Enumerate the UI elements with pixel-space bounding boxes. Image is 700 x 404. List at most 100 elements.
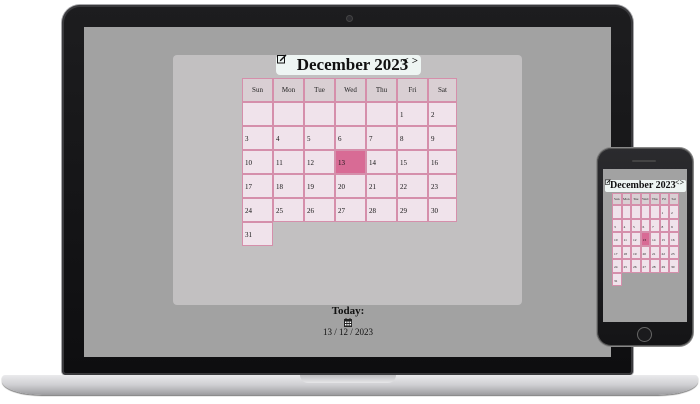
phone-home-button (637, 327, 652, 342)
day-cell[interactable]: 14 (366, 150, 397, 174)
day-cell[interactable]: 29 (397, 198, 428, 222)
laptop-notch (300, 375, 396, 383)
day-cell[interactable]: 22 (397, 174, 428, 198)
day-cell[interactable]: 17 (242, 174, 273, 198)
month-nav: < > (401, 55, 419, 67)
mobile-day-cell[interactable]: 6 (640, 218, 650, 232)
mobile-day-cell[interactable]: 10 (612, 232, 622, 246)
phone-speaker (632, 160, 656, 162)
mobile-day-cell[interactable]: 5 (631, 218, 641, 232)
mobile-day-cell[interactable]: 22 (659, 245, 669, 259)
mobile-day-cell[interactable]: 7 (650, 218, 660, 232)
day-cell[interactable]: 8 (397, 126, 428, 150)
day-cell[interactable]: 16 (428, 150, 457, 174)
day-cell[interactable]: 20 (335, 174, 366, 198)
day-cell[interactable]: 25 (273, 198, 304, 222)
mobile-day-cell[interactable]: 24 (612, 259, 622, 273)
weekday-header: Mon (273, 78, 304, 102)
mobile-day-cell[interactable]: 30 (669, 259, 679, 273)
today-section: Today: 13 / 12 / 2023 (300, 305, 396, 338)
day-cell[interactable]: 15 (397, 150, 428, 174)
day-cell[interactable]: 30 (428, 198, 457, 222)
mobile-empty-cell (612, 205, 622, 219)
day-cell[interactable]: 4 (273, 126, 304, 150)
day-cell[interactable]: 9 (428, 126, 457, 150)
mobile-day-cell[interactable]: 14 (650, 232, 660, 246)
mobile-day-cell[interactable]: 12 (631, 232, 641, 246)
mobile-day-cell[interactable]: 21 (650, 245, 660, 259)
day-cell[interactable]: 11 (273, 150, 304, 174)
edit-icon[interactable] (277, 54, 287, 64)
day-cell[interactable]: 2 (428, 102, 457, 126)
today-date: 13 / 12 / 2023 (322, 327, 373, 337)
day-cell[interactable]: 21 (366, 174, 397, 198)
mobile-day-cell[interactable]: 26 (631, 259, 641, 273)
empty-cell (335, 102, 366, 126)
day-cell[interactable]: 3 (242, 126, 273, 150)
day-cell[interactable]: 19 (304, 174, 335, 198)
mobile-day-cell[interactable]: 20 (640, 245, 650, 259)
mobile-weekday-header: Tue (631, 193, 641, 205)
mobile-day-cell[interactable]: 23 (669, 245, 679, 259)
day-cell[interactable]: 5 (304, 126, 335, 150)
month-title: December 2023 (296, 55, 409, 74)
weekday-header: Sun (242, 78, 273, 102)
mobile-day-cell[interactable]: 8 (659, 218, 669, 232)
day-cell[interactable]: 6 (335, 126, 366, 150)
day-cell[interactable]: 26 (304, 198, 335, 222)
laptop-camera (346, 15, 353, 22)
day-cell[interactable]: 27 (335, 198, 366, 222)
mobile-weekday-header: Sat (669, 193, 679, 205)
mobile-day-cell[interactable]: 31 (612, 272, 622, 286)
weekday-header: Tue (304, 78, 335, 102)
mobile-day-cell[interactable]: 1 (659, 205, 669, 219)
mobile-day-cell[interactable]: 16 (669, 232, 679, 246)
day-cell[interactable]: 24 (242, 198, 273, 222)
mobile-empty-cell (640, 205, 650, 219)
empty-cell (242, 102, 273, 126)
mobile-day-cell[interactable]: 3 (612, 218, 622, 232)
mobile-weekday-header: Wed (640, 193, 650, 205)
day-cell[interactable]: 23 (428, 174, 457, 198)
today-label: Today: (331, 305, 365, 317)
empty-cell (366, 102, 397, 126)
mobile-day-cell[interactable]: 29 (659, 259, 669, 273)
weekday-header: Thu (366, 78, 397, 102)
mobile-month-title: December 2023 (610, 180, 676, 191)
mobile-day-cell[interactable]: 15 (659, 232, 669, 246)
day-cell[interactable]: 7 (366, 126, 397, 150)
day-cell-selected[interactable]: 13 (335, 150, 366, 174)
calendar-icon (344, 318, 352, 327)
empty-cell (273, 102, 304, 126)
weekday-header: Sat (428, 78, 457, 102)
day-cell[interactable]: 10 (242, 150, 273, 174)
day-cell[interactable]: 31 (242, 222, 273, 246)
mobile-day-cell[interactable]: 2 (669, 205, 679, 219)
mobile-empty-cell (621, 205, 631, 219)
mobile-next-month-button[interactable]: > (680, 178, 685, 187)
mobile-weekday-header: Thu (650, 193, 660, 205)
mobile-day-cell[interactable]: 18 (621, 245, 631, 259)
day-cell[interactable]: 28 (366, 198, 397, 222)
mobile-empty-cell (650, 205, 660, 219)
mobile-day-cell[interactable]: 9 (669, 218, 679, 232)
day-cell[interactable]: 18 (273, 174, 304, 198)
empty-cell (304, 102, 335, 126)
day-cell[interactable]: 12 (304, 150, 335, 174)
mobile-day-cell[interactable]: 4 (621, 218, 631, 232)
prev-month-button[interactable]: < (401, 55, 409, 67)
mobile-weekday-header: Fri (659, 193, 669, 205)
mobile-day-cell[interactable]: 28 (650, 259, 660, 273)
mobile-day-cell[interactable]: 17 (612, 245, 622, 259)
mobile-weekday-header: Mon (621, 193, 631, 205)
mobile-day-cell[interactable]: 19 (631, 245, 641, 259)
mobile-calendar-grid: Sun Mon Tue Wed Thu Fri Sat 1 2 3 4 5 6 7 8 9 10 11 12 13 14… (612, 193, 679, 286)
mobile-day-cell[interactable]: 27 (640, 259, 650, 273)
day-cell[interactable]: 1 (397, 102, 428, 126)
next-month-button[interactable]: > (411, 55, 419, 67)
mobile-day-cell-selected[interactable]: 13 (640, 232, 650, 246)
mobile-day-cell[interactable]: 25 (621, 259, 631, 273)
mobile-day-cell[interactable]: 11 (621, 232, 631, 246)
mobile-month-nav: <> (675, 178, 684, 187)
weekday-header: Fri (397, 78, 428, 102)
